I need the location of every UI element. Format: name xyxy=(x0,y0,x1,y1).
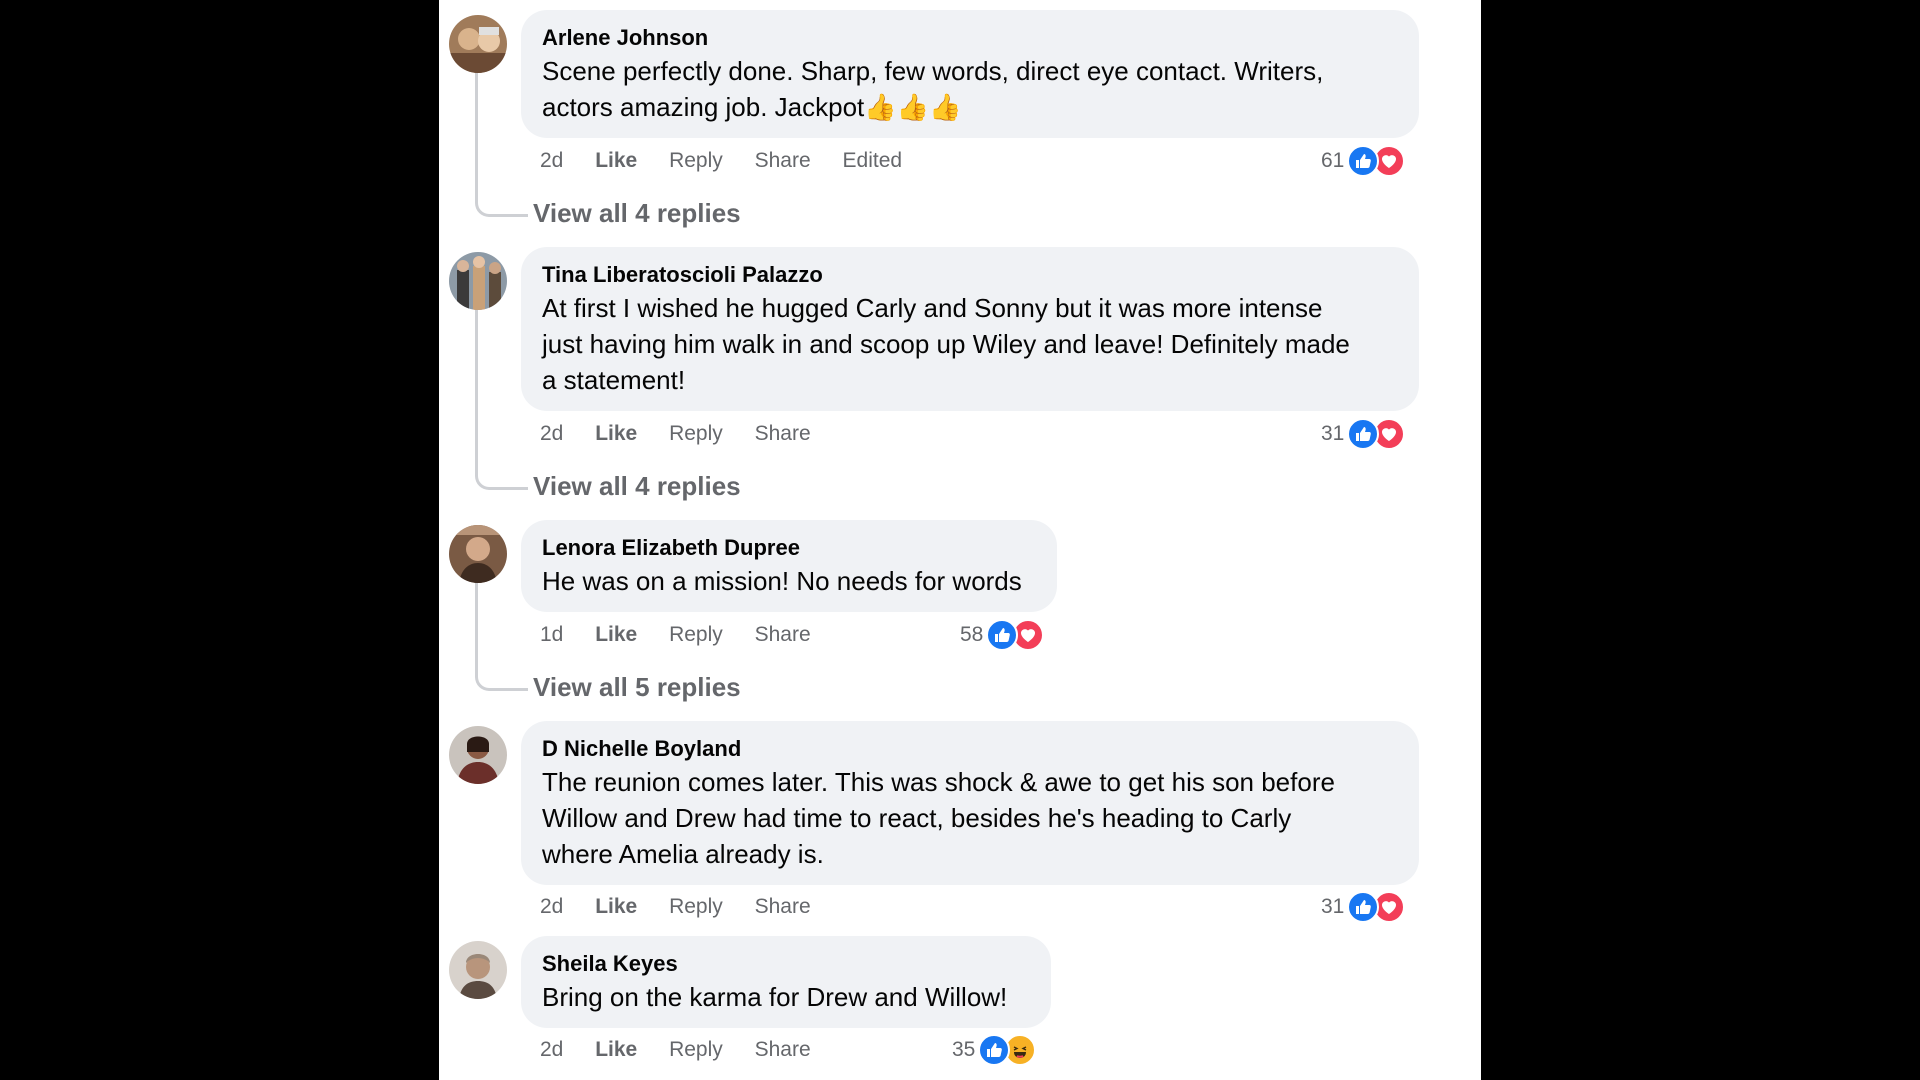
reaction-summary[interactable]: 31 xyxy=(1321,417,1406,451)
timestamp[interactable]: 2d xyxy=(540,422,563,445)
like-button[interactable]: Like xyxy=(595,895,637,918)
like-button[interactable]: Like xyxy=(595,1038,637,1061)
share-button[interactable]: Share xyxy=(755,1038,811,1061)
thread-line xyxy=(475,580,528,691)
comment-bubble: Tina Liberatoscioli Palazzo At first I w… xyxy=(521,247,1419,411)
comment-text: At first I wished he hugged Carly and So… xyxy=(542,290,1399,398)
like-icon xyxy=(1347,891,1380,923)
like-icon xyxy=(978,1034,1011,1066)
comment-line: Willow and Drew had time to react, besid… xyxy=(542,803,1292,833)
timestamp[interactable]: 2d xyxy=(540,895,563,918)
share-button[interactable]: Share xyxy=(755,422,811,445)
comment-line: At first I wished he hugged Carly and So… xyxy=(542,293,1323,323)
reply-button[interactable]: Reply xyxy=(669,623,723,646)
comment-bubble: Sheila Keyes Bring on the karma for Drew… xyxy=(521,936,1051,1028)
timestamp[interactable]: 2d xyxy=(540,1038,563,1061)
reaction-count: 31 xyxy=(1321,422,1345,445)
reply-button[interactable]: Reply xyxy=(669,1038,723,1061)
avatar[interactable] xyxy=(449,726,507,784)
comment-actions: 2d Like Reply Share xyxy=(540,419,837,449)
comment-actions: 2d Like Reply Share Edited xyxy=(540,146,928,176)
view-replies-link[interactable]: View all 4 replies xyxy=(533,196,741,230)
comment-actions: 2d Like Reply Share xyxy=(540,892,837,922)
comment-author[interactable]: Lenora Elizabeth Dupree xyxy=(542,534,1037,562)
comment-line: a statement! xyxy=(542,365,686,395)
comment-bubble: Arlene Johnson Scene perfectly done. Sha… xyxy=(521,10,1419,138)
comment-text: The reunion comes later. This was shock … xyxy=(542,764,1399,872)
timestamp[interactable]: 1d xyxy=(540,623,563,646)
comment-author[interactable]: Sheila Keyes xyxy=(542,950,1031,978)
reaction-summary[interactable]: 61 xyxy=(1321,144,1406,178)
comments-panel: Arlene Johnson Scene perfectly done. Sha… xyxy=(439,0,1481,1080)
comment-line: where Amelia already is. xyxy=(542,839,824,869)
comment-text: Scene perfectly done. Sharp, few words, … xyxy=(542,53,1399,125)
comment-actions: 2d Like Reply Share xyxy=(540,1035,837,1065)
timestamp[interactable]: 2d xyxy=(540,149,563,172)
comment-line: just having him walk in and scoop up Wil… xyxy=(542,329,1350,359)
reply-button[interactable]: Reply xyxy=(669,422,723,445)
edited-label[interactable]: Edited xyxy=(843,149,903,172)
comment-author[interactable]: D Nichelle Boyland xyxy=(542,735,1399,763)
share-button[interactable]: Share xyxy=(755,895,811,918)
reaction-summary[interactable]: 35 xyxy=(952,1033,1037,1067)
reaction-count: 61 xyxy=(1321,149,1345,172)
comment-bubble: Lenora Elizabeth Dupree He was on a miss… xyxy=(521,520,1057,612)
like-icon xyxy=(986,619,1019,651)
comment-line: The reunion comes later. This was shock … xyxy=(542,767,1335,797)
like-icon xyxy=(1347,145,1380,177)
like-button[interactable]: Like xyxy=(595,149,637,172)
comment-author[interactable]: Arlene Johnson xyxy=(542,24,1399,52)
reaction-summary[interactable]: 31 xyxy=(1321,890,1406,924)
avatar[interactable] xyxy=(449,941,507,999)
reply-button[interactable]: Reply xyxy=(669,895,723,918)
reply-button[interactable]: Reply xyxy=(669,149,723,172)
view-replies-link[interactable]: View all 5 replies xyxy=(533,670,741,704)
like-button[interactable]: Like xyxy=(595,422,637,445)
like-icon xyxy=(1347,418,1380,450)
reaction-count: 58 xyxy=(960,623,984,646)
share-button[interactable]: Share xyxy=(755,623,811,646)
comment-line: actors amazing job. Jackpot👍👍👍 xyxy=(542,92,962,122)
avatar[interactable] xyxy=(449,15,507,73)
avatar[interactable] xyxy=(449,252,507,310)
comment-text: Bring on the karma for Drew and Willow! xyxy=(542,979,1031,1015)
view-replies-link[interactable]: View all 4 replies xyxy=(533,469,741,503)
comment-text: He was on a mission! No needs for words xyxy=(542,563,1037,599)
reaction-summary[interactable]: 58 xyxy=(960,618,1045,652)
comment-actions: 1d Like Reply Share xyxy=(540,620,837,650)
comment-line: He was on a mission! No needs for words xyxy=(542,566,1022,596)
comment-line: Scene perfectly done. Sharp, few words, … xyxy=(542,56,1324,86)
reaction-count: 31 xyxy=(1321,895,1345,918)
share-button[interactable]: Share xyxy=(755,149,811,172)
comment-bubble: D Nichelle Boyland The reunion comes lat… xyxy=(521,721,1419,885)
comment-author[interactable]: Tina Liberatoscioli Palazzo xyxy=(542,261,1399,289)
like-button[interactable]: Like xyxy=(595,623,637,646)
reaction-count: 35 xyxy=(952,1038,976,1061)
comment-line: Bring on the karma for Drew and Willow! xyxy=(542,982,1008,1012)
avatar[interactable] xyxy=(449,525,507,583)
